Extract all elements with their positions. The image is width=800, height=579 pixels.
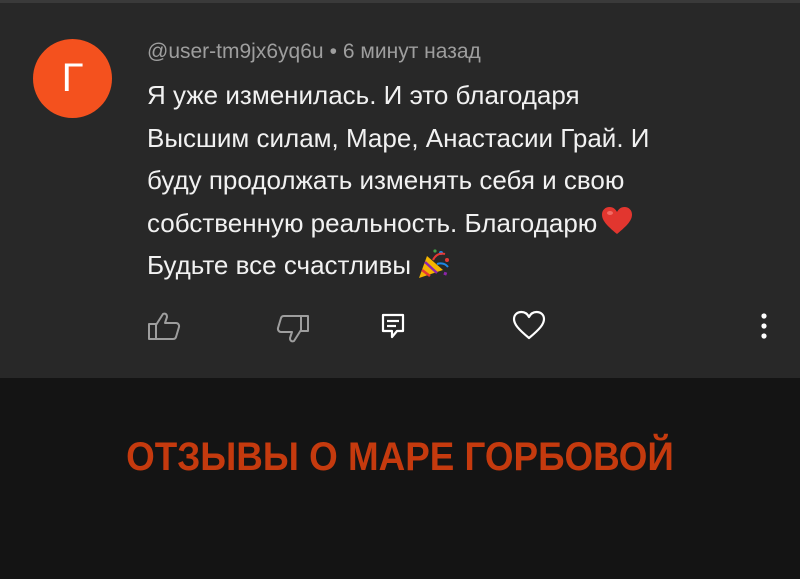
like-button[interactable] [144, 306, 184, 346]
comment-text: Я уже изменилась. И это благодаря Высшим… [147, 74, 757, 287]
avatar[interactable]: Г [33, 39, 112, 118]
comment-line: буду продолжать изменять себя и свою [147, 165, 625, 195]
dislike-button[interactable] [273, 309, 313, 349]
comment-line: Будьте все счастливы [147, 250, 412, 280]
party-popper-icon [419, 249, 450, 278]
heart-button[interactable] [509, 305, 549, 345]
heart-outline-icon [512, 310, 546, 340]
reply-comment-icon [381, 313, 405, 339]
timestamp: 6 минут назад [342, 40, 481, 63]
username[interactable]: @user-tm9jx6yq6u [147, 40, 324, 63]
more-vertical-icon [761, 313, 767, 339]
comment-line-with-heart: собственную реальность. Благодарю [147, 202, 757, 245]
thumbs-down-icon [276, 315, 309, 343]
comment-line: Я уже изменилась. И это благодаря [147, 80, 580, 110]
promo-banner: ОТЗЫВЫ О МАРЕ ГОРБОВОЙ [0, 378, 800, 579]
promo-title: ОТЗЫВЫ О МАРЕ ГОРБОВОЙ [126, 435, 674, 479]
comment-line-with-party: Будьте все счастливы [147, 244, 757, 287]
reply-button[interactable] [373, 306, 413, 346]
meta-separator: • [329, 40, 337, 63]
comment-meta: @user-tm9jx6yq6u • 6 минут назад [147, 40, 481, 64]
comment-line: Высшим силам, Маре, Анастасии Грай. И [147, 122, 650, 153]
top-divider [0, 0, 800, 3]
comment-line: собственную реальность. Благодарю [147, 207, 598, 238]
comment-card: Г @user-tm9jx6yq6u • 6 минут назад Я уже и… [0, 0, 800, 378]
thumbs-up-icon [148, 312, 181, 340]
red-heart-icon [602, 206, 633, 234]
more-options-button[interactable] [744, 306, 784, 346]
